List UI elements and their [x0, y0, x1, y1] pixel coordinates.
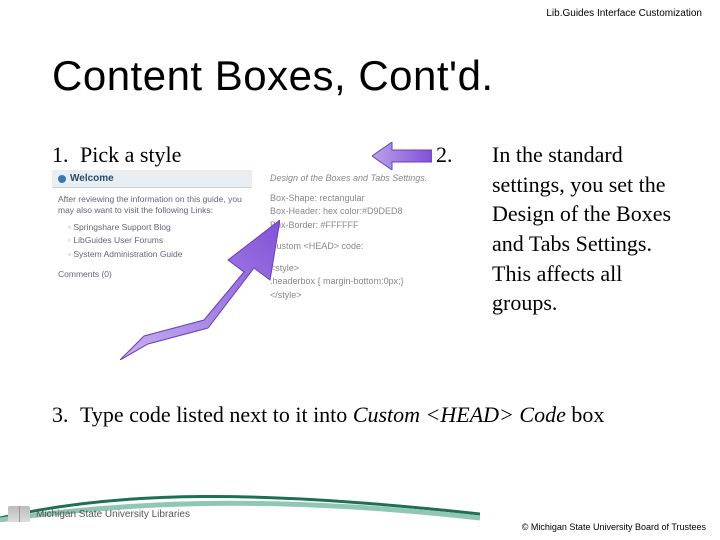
step-3-prefix: Type code listed next to it into [80, 402, 353, 427]
design-heading: Design of the Boxes and Tabs Settings. [270, 172, 450, 192]
arrow-icon [120, 220, 280, 360]
footer-org: Michigan State University Libraries [36, 509, 190, 520]
footer-logo: Michigan State University Libraries [8, 506, 190, 522]
box-shape: Box-Shape: rectangular [270, 192, 450, 206]
step-1-marker: 1. [52, 140, 80, 170]
step-3-italic: Custom <HEAD> Code [353, 402, 566, 427]
custom-head-label: Custom <HEAD> code: [270, 240, 450, 262]
step-3-suffix: box [566, 402, 605, 427]
box-header-color: Box-Header: hex color:#D9DED8 [270, 205, 450, 219]
code-open: <style> [270, 262, 450, 276]
info-icon [58, 175, 66, 183]
step-2: 2.In the standard settings, you set the … [464, 140, 680, 318]
step-1-text: Pick a style [80, 142, 181, 167]
welcome-panel-title: Welcome [70, 173, 114, 184]
footer: Michigan State University Libraries © Mi… [0, 480, 720, 540]
welcome-panel-header: Welcome [52, 170, 252, 188]
arrow-icon [372, 142, 432, 170]
code-close: </style> [270, 289, 450, 303]
step-2-text: In the standard settings, you set the De… [492, 142, 671, 315]
footer-copyright: © Michigan State University Board of Tru… [522, 522, 706, 532]
design-settings: Design of the Boxes and Tabs Settings. B… [270, 172, 450, 302]
header-label: Lib.Guides Interface Customization [546, 8, 702, 19]
box-border-color: Box-Border: #FFFFFF [270, 219, 450, 233]
code-rule: .headerbox { margin-bottom:0px;} [270, 275, 450, 289]
step-2-marker: 2. [464, 140, 492, 170]
book-icon [8, 506, 30, 522]
welcome-intro: After reviewing the information on this … [58, 194, 246, 217]
step-3: 3.Type code listed next to it into Custo… [52, 400, 680, 430]
page-title: Content Boxes, Cont'd. [52, 52, 494, 100]
step-3-marker: 3. [52, 400, 80, 430]
